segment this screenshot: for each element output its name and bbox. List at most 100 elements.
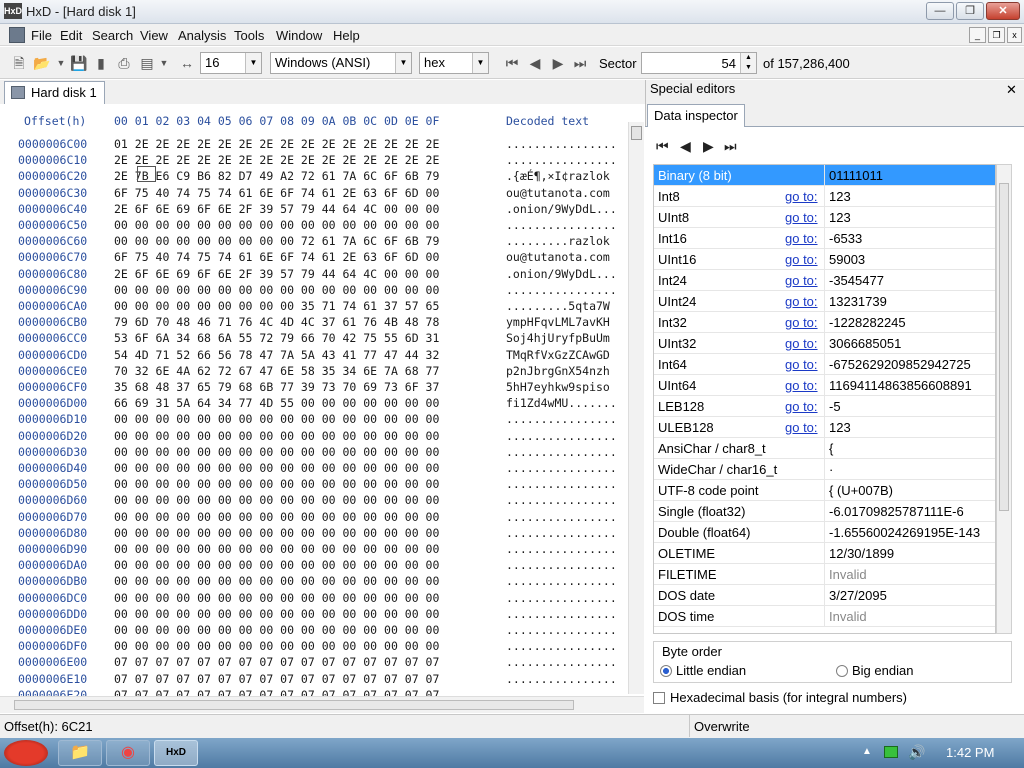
inspector-row[interactable]: ULEB128 go to: 123 xyxy=(654,417,995,438)
chrome-icon[interactable]: ◉ xyxy=(106,740,150,766)
tab-hard-disk-1[interactable]: Hard disk 1 xyxy=(4,81,105,104)
row-decoded-text[interactable]: ................ xyxy=(506,591,617,605)
row-decoded-text[interactable]: ................ xyxy=(506,493,617,507)
row-bytes[interactable]: 00 00 00 00 00 00 00 00 00 00 00 00 00 0… xyxy=(114,607,439,621)
mdi-restore-button[interactable]: ❐ xyxy=(988,27,1005,43)
row-decoded-text[interactable]: 5hH7eyhkw9spiso xyxy=(506,380,610,394)
row-bytes[interactable]: 00 00 00 00 00 00 00 00 00 00 00 00 00 0… xyxy=(114,526,439,540)
row-bytes[interactable]: 6F 75 40 74 75 74 61 6E 6F 74 61 2E 63 6… xyxy=(114,250,439,264)
row-decoded-text[interactable]: ................ xyxy=(506,429,617,443)
inspector-row[interactable]: Binary (8 bit) 01111011 xyxy=(654,165,995,186)
menu-window[interactable]: Window xyxy=(276,28,322,43)
goto-link[interactable]: go to: xyxy=(785,273,818,288)
row-bytes[interactable]: 00 00 00 00 00 00 00 00 00 00 00 00 00 0… xyxy=(114,412,439,426)
scroll-thumb[interactable] xyxy=(14,700,574,710)
hex-vertical-scrollbar[interactable] xyxy=(628,122,644,694)
inspector-field-value[interactable]: { xyxy=(829,441,833,456)
row-bytes[interactable]: 00 00 00 00 00 00 00 00 00 00 00 00 00 0… xyxy=(114,477,439,491)
inspector-field-value[interactable]: 12/30/1899 xyxy=(829,546,894,561)
close-button[interactable]: ✕ xyxy=(986,2,1020,20)
inspector-scrollbar[interactable] xyxy=(996,164,1012,634)
row-decoded-text[interactable]: p2nJbrgGnX54nzh xyxy=(506,364,610,378)
row-bytes[interactable]: 00 00 00 00 00 00 00 00 00 00 00 00 00 0… xyxy=(114,445,439,459)
previous-sector-icon[interactable]: ◀ xyxy=(526,54,544,72)
row-bytes[interactable]: 66 69 31 5A 64 34 77 4D 55 00 00 00 00 0… xyxy=(114,396,439,410)
row-decoded-text[interactable]: ................ xyxy=(506,542,617,556)
row-decoded-text[interactable]: ................ xyxy=(506,607,617,621)
explorer-icon[interactable]: 📁 xyxy=(58,740,102,766)
row-decoded-text[interactable]: Soj4hjUryfpBuUm xyxy=(506,331,610,345)
row-decoded-text[interactable]: .onion/9WyDdL... xyxy=(506,202,617,216)
row-bytes[interactable]: 00 00 00 00 00 00 00 00 00 72 61 7A 6C 6… xyxy=(114,234,439,248)
inspector-row[interactable]: LEB128 go to: -5 xyxy=(654,396,995,417)
inspector-row[interactable]: Int24 go to: -3545477 xyxy=(654,270,995,291)
show-hidden-icons-icon[interactable]: ▲ xyxy=(862,746,872,757)
inspector-field-value[interactable]: 3/27/2095 xyxy=(829,588,887,603)
row-decoded-text[interactable]: ................ xyxy=(506,623,617,637)
inspector-row[interactable]: Int16 go to: -6533 xyxy=(654,228,995,249)
first-icon[interactable]: ⏮ xyxy=(656,138,669,155)
row-decoded-text[interactable]: TMqRfVxGzZCAwGD xyxy=(506,348,610,362)
last-sector-icon[interactable]: ⏭ xyxy=(571,54,589,72)
row-decoded-text[interactable]: ................ xyxy=(506,461,617,475)
inspector-field-value[interactable]: 3066685051 xyxy=(829,336,901,351)
inspector-row[interactable]: AnsiChar / char8_t { xyxy=(654,438,995,459)
row-bytes[interactable]: 6F 75 40 74 75 74 61 6E 6F 74 61 2E 63 6… xyxy=(114,186,439,200)
bytes-per-row-select[interactable]: 16 ▼ xyxy=(200,52,262,74)
start-button[interactable] xyxy=(4,740,48,766)
row-bytes[interactable]: 00 00 00 00 00 00 00 00 00 00 00 00 00 0… xyxy=(114,510,439,524)
row-bytes[interactable]: 01 2E 2E 2E 2E 2E 2E 2E 2E 2E 2E 2E 2E 2… xyxy=(114,137,439,151)
inspector-row[interactable]: WideChar / char16_t · xyxy=(654,459,995,480)
open-dropdown-icon[interactable]: ▼ xyxy=(52,54,70,72)
row-bytes[interactable]: 70 32 6E 4A 62 72 67 47 6E 58 35 34 6E 7… xyxy=(114,364,439,378)
close-icon[interactable]: ✕ xyxy=(1006,82,1017,98)
inspector-row[interactable]: UTF-8 code point { (U+007B) xyxy=(654,480,995,501)
row-decoded-text[interactable]: ................ xyxy=(506,526,617,540)
row-decoded-text[interactable]: ................ xyxy=(506,510,617,524)
previous-icon[interactable]: ◀ xyxy=(680,138,691,155)
first-sector-icon[interactable]: ⏮ xyxy=(503,54,521,72)
network-icon[interactable] xyxy=(884,746,898,758)
row-bytes[interactable]: 00 00 00 00 00 00 00 00 00 00 00 00 00 0… xyxy=(114,461,439,475)
row-decoded-text[interactable]: ................ xyxy=(506,574,617,588)
row-bytes[interactable]: 00 00 00 00 00 00 00 00 00 00 00 00 00 0… xyxy=(114,558,439,572)
row-decoded-text[interactable]: .{æÉ¶‚×I¢razlok xyxy=(506,169,610,183)
inspector-field-value[interactable]: 123 xyxy=(829,210,851,225)
inspector-field-value[interactable]: 123 xyxy=(829,420,851,435)
row-bytes[interactable]: 00 00 00 00 00 00 00 00 00 00 00 00 00 0… xyxy=(114,542,439,556)
inspector-row[interactable]: Int8 go to: 123 xyxy=(654,186,995,207)
goto-link[interactable]: go to: xyxy=(785,336,818,351)
row-bytes[interactable]: 2E 2E 2E 2E 2E 2E 2E 2E 2E 2E 2E 2E 2E 2… xyxy=(114,153,439,167)
inspector-field-value[interactable]: -6533 xyxy=(829,231,862,246)
row-decoded-text[interactable]: ................ xyxy=(506,445,617,459)
row-bytes[interactable]: 2E 7B E6 C9 B6 82 D7 49 A2 72 61 7A 6C 6… xyxy=(114,169,439,183)
menu-file[interactable]: File xyxy=(31,28,52,43)
inspector-row[interactable]: Int64 go to: -6752629209852942725 xyxy=(654,354,995,375)
inspector-field-value[interactable]: -3545477 xyxy=(829,273,884,288)
inspector-field-value[interactable]: 01111011 xyxy=(829,168,883,183)
inspector-row[interactable]: UInt24 go to: 13231739 xyxy=(654,291,995,312)
row-bytes[interactable]: 00 00 00 00 00 00 00 00 00 00 00 00 00 0… xyxy=(114,218,439,232)
row-decoded-text[interactable]: ................ xyxy=(506,153,617,167)
row-decoded-text[interactable]: ................ xyxy=(506,412,617,426)
row-bytes[interactable]: 53 6F 6A 34 68 6A 55 72 79 66 70 42 75 5… xyxy=(114,331,439,345)
next-icon[interactable]: ▶ xyxy=(703,138,714,155)
row-bytes[interactable]: 54 4D 71 52 66 56 78 47 7A 5A 43 41 77 4… xyxy=(114,348,439,362)
goto-link[interactable]: go to: xyxy=(785,399,818,414)
data-inspector-grid[interactable]: Binary (8 bit) 01111011 Int8 go to: 123 UInt8… xyxy=(653,164,996,634)
inspector-field-value[interactable]: 59003 xyxy=(829,252,865,267)
inspector-row[interactable]: Double (float64) -1.65560024269195E-143 xyxy=(654,522,995,543)
inspector-field-value[interactable]: -6752629209852942725 xyxy=(829,357,971,372)
delete-icon[interactable]: ▮ xyxy=(92,54,110,72)
inspector-row[interactable]: Int32 go to: -1228282245 xyxy=(654,312,995,333)
inspector-row[interactable]: FILETIME Invalid xyxy=(654,564,995,585)
row-decoded-text[interactable]: ................ xyxy=(506,639,617,653)
inspector-field-value[interactable]: 123 xyxy=(829,189,851,204)
clock[interactable]: 1:42 PM xyxy=(946,745,994,760)
inspector-row[interactable]: OLETIME 12/30/1899 xyxy=(654,543,995,564)
row-bytes[interactable]: 07 07 07 07 07 07 07 07 07 07 07 07 07 0… xyxy=(114,672,439,686)
save-icon[interactable]: 💾 xyxy=(70,54,88,72)
export-icon[interactable]: ▤ xyxy=(138,54,156,72)
next-sector-icon[interactable]: ▶ xyxy=(549,54,567,72)
menu-edit[interactable]: Edit xyxy=(60,28,82,43)
